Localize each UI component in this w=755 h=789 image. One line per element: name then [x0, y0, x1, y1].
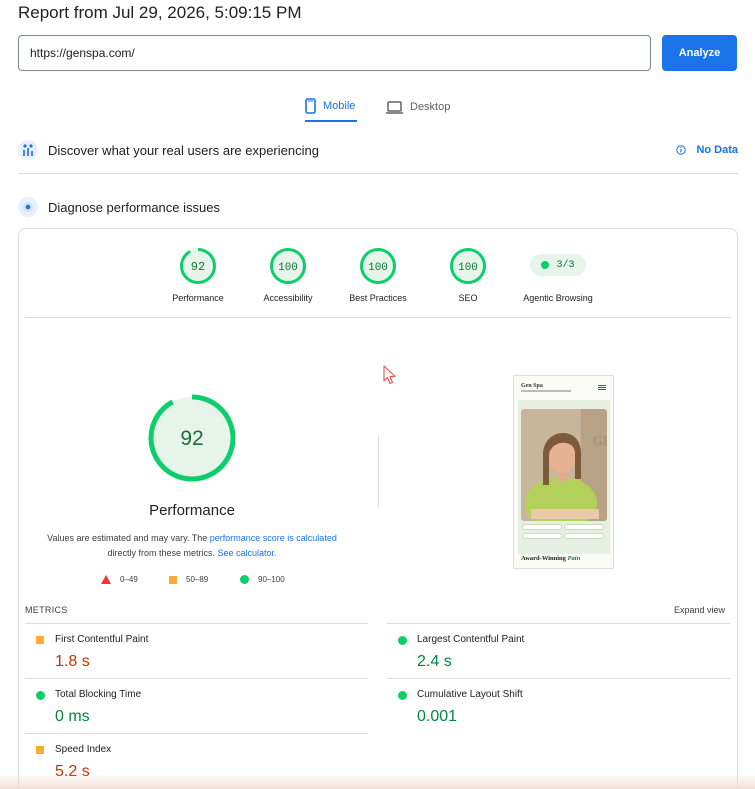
performance-title: Performance: [149, 502, 235, 519]
category-label: SEO: [458, 293, 478, 303]
agentic-score: 3/3: [556, 259, 575, 271]
metric-value: 0 ms: [55, 708, 90, 725]
performance-score: 92: [180, 427, 203, 450]
metric-name: Speed Index: [55, 744, 112, 755]
score-text: 100: [368, 262, 388, 274]
metric-value: 2.4 s: [417, 653, 452, 670]
category-accessibility[interactable]: 100 Accessibility: [238, 247, 338, 303]
pass-circle-icon: [398, 636, 407, 645]
divider: [18, 173, 738, 174]
category-performance[interactable]: 92 Performance: [148, 247, 248, 303]
score-text: 100: [278, 262, 298, 274]
metric-name: Cumulative Layout Shift: [417, 689, 523, 700]
chip: [564, 533, 604, 539]
hero-section: GE: [518, 400, 610, 554]
metrics-header: METRICS: [25, 605, 68, 615]
pass-circle-icon: [36, 691, 45, 700]
legend-average: 50–89: [169, 575, 208, 584]
report-title: Report from Jul 29, 2026, 5:09:15 PM: [18, 3, 302, 22]
metric-name: Largest Contentful Paint: [417, 634, 525, 645]
chip: [522, 524, 562, 530]
category-label: Performance: [172, 293, 224, 303]
diagnose-label: Diagnose performance issues: [48, 199, 220, 215]
score-calculated-link[interactable]: performance score is calculated: [210, 533, 337, 543]
users-chart-icon: [18, 140, 38, 160]
metric-name: Total Blocking Time: [55, 689, 142, 700]
metric-name: First Contentful Paint: [55, 634, 149, 645]
analyze-button[interactable]: Analyze: [662, 35, 737, 71]
category-best-practices[interactable]: 100 Best Practices: [328, 247, 428, 303]
legend-range: 90–100: [258, 575, 285, 584]
metric-tbt: Total Blocking Time 0 ms: [25, 678, 368, 733]
no-data-label: No Data: [696, 144, 738, 156]
score-gauge: 100: [360, 248, 396, 284]
chip: [564, 524, 604, 530]
average-square-icon: [36, 746, 44, 754]
metric-value: 0.001: [417, 708, 458, 725]
headline-text: Award-Winning: [521, 555, 566, 562]
agentic-score-pill: 3/3: [530, 254, 586, 276]
score-gauge: 100: [450, 248, 486, 284]
screenshot-brand: Gen Spa: [521, 383, 543, 389]
divider: [25, 317, 731, 318]
metric-value: 1.8 s: [55, 653, 90, 670]
score-text: 100: [458, 262, 478, 274]
diagnose-row: Diagnose performance issues: [18, 195, 738, 219]
score-gauge: 100: [270, 248, 306, 284]
legend-range: 0–49: [120, 575, 138, 584]
tab-mobile-label: Mobile: [323, 100, 356, 112]
laptop-icon: [386, 100, 403, 114]
headline-emphasis: Pain: [567, 555, 581, 562]
screenshot-headline: Award-Winning Pain: [521, 555, 580, 562]
metric-cls: Cumulative Layout Shift 0.001: [387, 678, 730, 733]
tab-mobile[interactable]: Mobile: [305, 92, 358, 122]
category-label: Best Practices: [349, 293, 407, 303]
bottom-overlay: [0, 774, 755, 789]
hero-photo: GE: [521, 409, 607, 521]
category-label: Agentic Browsing: [523, 293, 593, 303]
score-gauge: 92: [180, 248, 216, 284]
see-calculator-link[interactable]: See calculator.: [217, 548, 276, 558]
hamburger-menu-icon: [598, 385, 606, 390]
tab-desktop-label: Desktop: [410, 101, 451, 113]
fail-triangle-icon: [101, 575, 111, 584]
url-input[interactable]: [18, 35, 651, 71]
mouse-cursor-icon: [383, 365, 396, 385]
feature-chips: [522, 524, 606, 542]
average-square-icon: [169, 575, 177, 584]
note-text: Values are estimated and may vary. The: [47, 533, 210, 543]
legend-range: 50–89: [186, 575, 209, 584]
divider: [378, 435, 379, 507]
field-data-row: Discover what your real users are experi…: [18, 138, 738, 162]
pass-circle-icon: [398, 691, 407, 700]
pass-circle-icon: [240, 575, 249, 584]
category-seo[interactable]: 100 SEO: [418, 247, 518, 303]
no-data-link[interactable]: No Data: [676, 138, 738, 162]
phone-icon: [305, 98, 316, 114]
pass-dot-icon: [541, 261, 550, 269]
metric-lcp: Largest Contentful Paint 2.4 s: [387, 623, 730, 678]
svg-text:GE: GE: [593, 434, 607, 449]
page-screenshot: Gen Spa GE Award-Winning Pain: [513, 375, 614, 569]
tab-desktop[interactable]: Desktop: [386, 92, 450, 122]
legend-pass: 90–100: [240, 575, 285, 584]
field-data-label: Discover what your real users are experi…: [48, 142, 319, 158]
expand-view-link[interactable]: Expand view: [674, 605, 725, 615]
legend-fail: 0–49: [101, 575, 138, 584]
lab-icon: [18, 197, 38, 217]
screenshot-tagline: [521, 390, 571, 392]
note-text: directly from these metrics.: [107, 548, 218, 558]
report-card: 92 Performance 100 Accessibility 100 Bes…: [18, 228, 738, 789]
category-agentic-browsing[interactable]: 3/3 Agentic Browsing: [508, 247, 608, 303]
chip: [522, 533, 562, 539]
performance-gauge: 92: [148, 394, 236, 482]
metric-fcp: First Contentful Paint 1.8 s: [25, 623, 368, 678]
score-text: 92: [191, 260, 205, 274]
category-label: Accessibility: [263, 293, 313, 303]
performance-note: Values are estimated and may vary. The p…: [39, 531, 345, 561]
info-icon: [676, 145, 687, 155]
average-square-icon: [36, 636, 44, 644]
